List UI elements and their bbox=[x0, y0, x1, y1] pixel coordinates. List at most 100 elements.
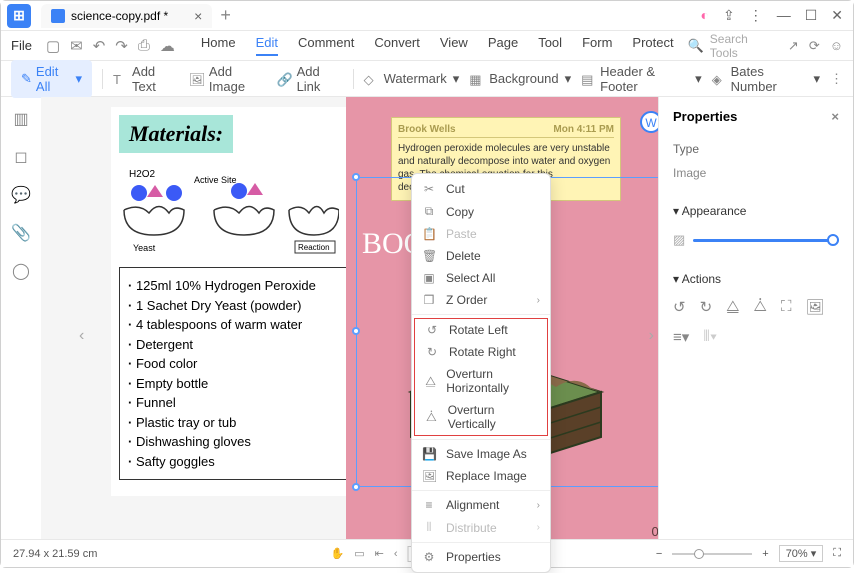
menu-form[interactable]: Form bbox=[582, 35, 612, 56]
fit-width-icon[interactable]: ⛶ bbox=[833, 547, 841, 560]
ctx-z-order[interactable]: ❒Z Order› bbox=[412, 289, 550, 311]
background-button[interactable]: ▦Background ▾ bbox=[469, 71, 571, 87]
rotate-left-icon[interactable]: ↺ bbox=[673, 298, 686, 316]
document-canvas[interactable]: ‹ Materials: H2O2 Active Site Yeast Reac… bbox=[41, 97, 658, 547]
edit-all-button[interactable]: ✎ Edit All ▾ bbox=[11, 60, 92, 98]
menu-page[interactable]: Page bbox=[488, 35, 518, 56]
zoom-value[interactable]: 70% ▾ bbox=[779, 545, 824, 562]
list-item: Dishwashing gloves bbox=[128, 432, 344, 452]
slider-thumb[interactable] bbox=[827, 234, 839, 246]
add-text-button[interactable]: TAdd Text bbox=[113, 64, 179, 94]
export-icon[interactable]: ↗ bbox=[788, 38, 799, 54]
thumbnails-icon[interactable]: ▥ bbox=[13, 109, 28, 129]
tab-title: science-copy.pdf * bbox=[71, 9, 168, 23]
panel-close-icon[interactable]: × bbox=[831, 109, 839, 124]
ctx-select-all[interactable]: ▣Select All bbox=[412, 267, 550, 289]
collapse-left-icon[interactable]: ‹ bbox=[79, 327, 84, 345]
hand-tool-icon[interactable]: ✋ bbox=[331, 547, 345, 560]
word-export-icon[interactable]: W bbox=[640, 111, 658, 133]
account-icon[interactable]: ☺ bbox=[830, 38, 843, 54]
bookmarks-icon[interactable]: ◻ bbox=[14, 147, 27, 167]
resize-handle[interactable] bbox=[352, 327, 360, 335]
list-item: 4 tablespoons of warm water bbox=[128, 315, 344, 335]
replace-icon[interactable]: 🖼 bbox=[805, 298, 824, 316]
document-tab[interactable]: science-copy.pdf * × bbox=[41, 4, 212, 28]
maximize-button[interactable]: ☐ bbox=[805, 7, 818, 24]
ctx-copy[interactable]: ⧉Copy bbox=[412, 200, 550, 223]
cloud-icon[interactable]: ☁ bbox=[160, 37, 175, 55]
print-icon[interactable]: ⎙ bbox=[138, 37, 150, 55]
resize-handle[interactable] bbox=[352, 173, 360, 181]
ctx-save-image-as[interactable]: 💾Save Image As bbox=[412, 443, 550, 465]
crop-icon[interactable]: ⛶ bbox=[781, 298, 792, 316]
zoom-thumb[interactable] bbox=[694, 549, 704, 559]
save-icon[interactable]: ▢ bbox=[46, 37, 60, 55]
first-page-icon[interactable]: ⇤ bbox=[375, 547, 384, 560]
actions-section[interactable]: ▾ Actions bbox=[673, 272, 839, 286]
collapse-right-icon[interactable]: › bbox=[649, 327, 654, 345]
align-menu-icon[interactable]: ≡▾ bbox=[673, 328, 689, 346]
prev-page-icon[interactable]: ‹ bbox=[394, 548, 398, 560]
ctx-distribute: ⦀Distribute› bbox=[412, 516, 550, 539]
label-reaction: Reaction bbox=[298, 243, 330, 252]
toolbar-overflow-icon[interactable]: ⋮ bbox=[830, 71, 843, 87]
new-tab-button[interactable]: + bbox=[220, 5, 231, 26]
add-link-button[interactable]: 🔗Add Link bbox=[277, 64, 343, 94]
add-image-button[interactable]: 🖼Add Image bbox=[189, 64, 267, 94]
attachments-icon[interactable]: 📎 bbox=[11, 223, 31, 243]
header-footer-button[interactable]: ▤Header & Footer ▾ bbox=[581, 64, 702, 94]
left-rail: ▥ ◻ 💬 📎 ◯ bbox=[1, 97, 41, 547]
bates-number-button[interactable]: ◈Bates Number ▾ bbox=[712, 64, 820, 94]
minimize-button[interactable]: — bbox=[777, 7, 791, 24]
opacity-icon: ▨ bbox=[673, 232, 685, 248]
rotate-right-icon[interactable]: ↻ bbox=[700, 298, 713, 316]
label-h2o2: H2O2 bbox=[129, 169, 156, 180]
list-item: Safty goggles bbox=[128, 452, 344, 472]
menu-view[interactable]: View bbox=[440, 35, 468, 56]
zoom-out-icon[interactable]: − bbox=[656, 548, 662, 560]
edit-toolbar: ✎ Edit All ▾ TAdd Text 🖼Add Image 🔗Add L… bbox=[1, 61, 853, 97]
ctx-overturn-h[interactable]: ⧋Overturn Horizontally bbox=[415, 363, 547, 399]
menu-home[interactable]: Home bbox=[201, 35, 236, 56]
flip-h-icon[interactable]: ⧋ bbox=[726, 298, 739, 316]
ai-icon[interactable]: ◐ bbox=[701, 7, 709, 24]
comments-icon[interactable]: 💬 bbox=[11, 185, 31, 205]
share-icon[interactable]: ⇪ bbox=[723, 7, 735, 24]
rotate-right-icon: ↻ bbox=[425, 345, 439, 359]
ctx-rotate-right[interactable]: ↻Rotate Right bbox=[415, 341, 547, 363]
search-tools[interactable]: 🔍 Search Tools bbox=[688, 32, 766, 60]
mail-icon[interactable]: ✉ bbox=[70, 37, 83, 55]
cloud-sync-icon[interactable]: ⟳ bbox=[809, 38, 820, 54]
close-button[interactable]: ✕ bbox=[831, 7, 843, 24]
search-panel-icon[interactable]: ◯ bbox=[12, 261, 30, 281]
resize-handle[interactable] bbox=[352, 483, 360, 491]
zoom-slider[interactable] bbox=[672, 553, 752, 555]
ctx-overturn-v[interactable]: ⧊Overturn Vertically bbox=[415, 399, 547, 435]
redo-icon[interactable]: ↷ bbox=[115, 37, 128, 55]
ctx-alignment[interactable]: ≡Alignment› bbox=[412, 494, 550, 516]
ctx-rotate-left[interactable]: ↺Rotate Left bbox=[415, 319, 547, 341]
menu-protect[interactable]: Protect bbox=[632, 35, 673, 56]
appearance-section[interactable]: ▾ Appearance bbox=[673, 204, 839, 218]
zoom-in-icon[interactable]: + bbox=[762, 548, 768, 560]
menu-convert[interactable]: Convert bbox=[374, 35, 420, 56]
menu-edit[interactable]: Edit bbox=[256, 35, 278, 56]
menu-tool[interactable]: Tool bbox=[538, 35, 562, 56]
file-menu[interactable]: File bbox=[11, 38, 32, 53]
properties-icon: ⚙ bbox=[422, 550, 436, 564]
ctx-delete[interactable]: 🗑Delete bbox=[412, 245, 550, 267]
undo-icon[interactable]: ↶ bbox=[93, 37, 106, 55]
kebab-menu[interactable]: ⋮ bbox=[749, 7, 763, 24]
ctx-cut[interactable]: ✂Cut bbox=[412, 178, 550, 200]
menu-comment[interactable]: Comment bbox=[298, 35, 354, 56]
search-placeholder: Search Tools bbox=[710, 32, 766, 60]
ctx-replace-image[interactable]: 🖼Replace Image bbox=[412, 465, 550, 487]
flip-h-icon: ⧋ bbox=[425, 374, 436, 389]
opacity-slider[interactable]: ▨ bbox=[673, 232, 839, 248]
tab-close-icon[interactable]: × bbox=[194, 8, 202, 24]
select-tool-icon[interactable]: ▭ bbox=[354, 547, 364, 560]
flip-v-icon[interactable]: ⧊ bbox=[754, 298, 767, 316]
watermark-button[interactable]: ◇Watermark ▾ bbox=[364, 71, 460, 87]
ctx-properties[interactable]: ⚙Properties bbox=[412, 546, 550, 568]
sketch-diagram: H2O2 Active Site Yeast Reaction bbox=[119, 165, 353, 255]
